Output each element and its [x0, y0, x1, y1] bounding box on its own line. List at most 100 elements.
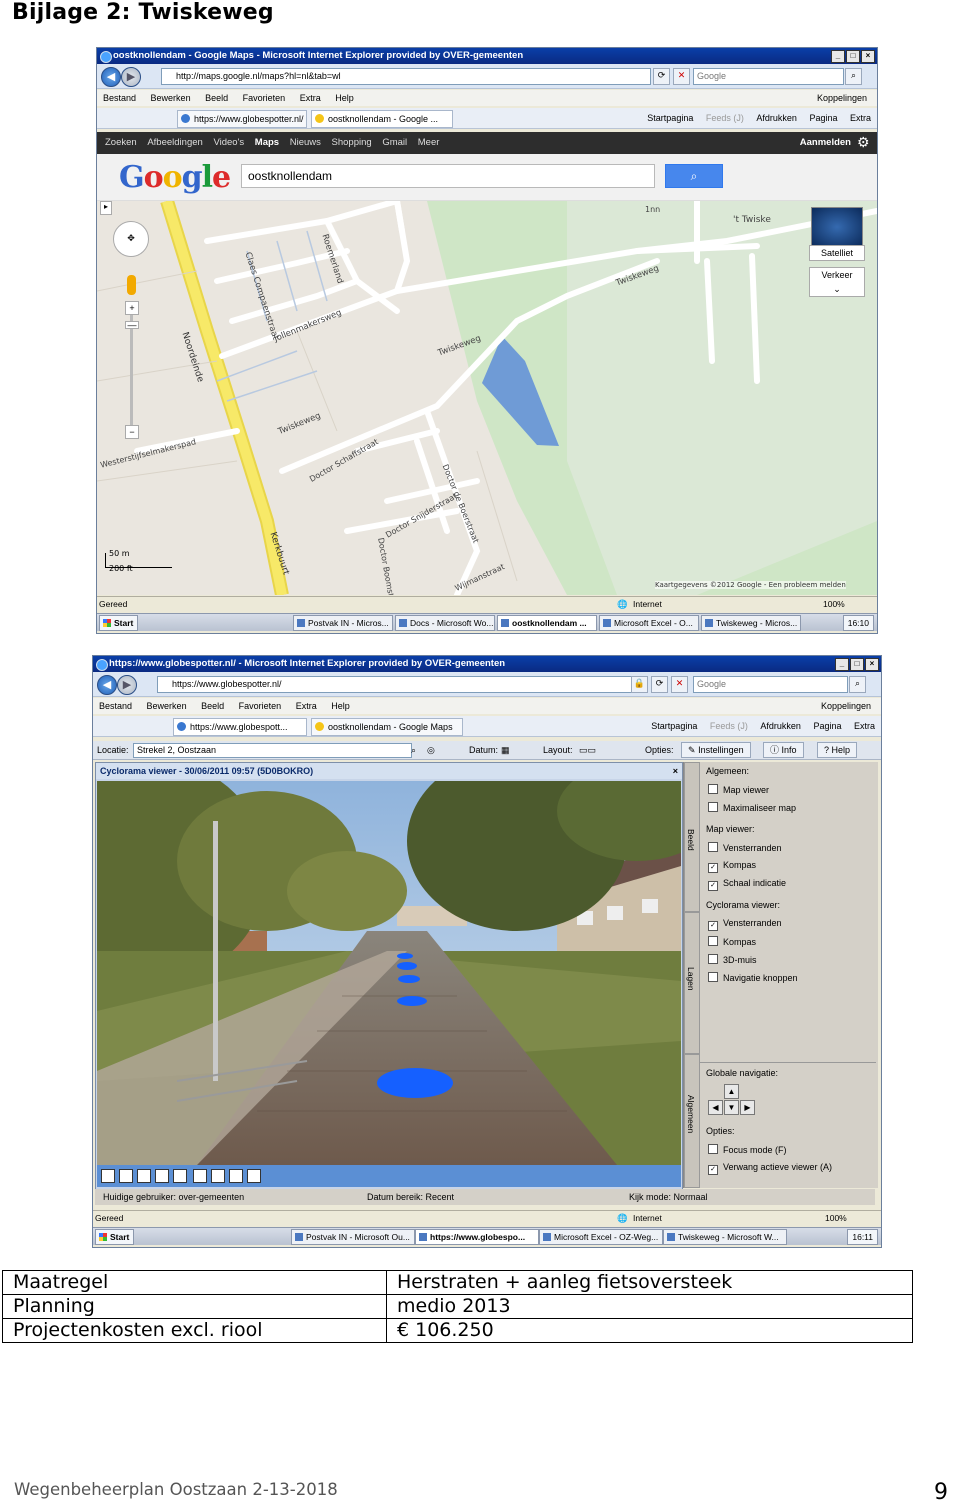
document-icon[interactable] [193, 1169, 207, 1183]
settings-button[interactable]: ✎ Instellingen [681, 742, 751, 758]
arrow-left-icon[interactable]: ◀ [708, 1100, 723, 1115]
help-button[interactable]: ? Help [817, 742, 858, 758]
navigation-marker[interactable] [377, 1068, 453, 1098]
tab-google-maps[interactable]: oostknollendam - Google ... [311, 110, 453, 128]
menu-item[interactable]: Favorieten [239, 701, 282, 711]
tab-google-maps[interactable]: oostknollendam - Google Maps [311, 718, 463, 736]
maximize-button[interactable]: □ [850, 658, 864, 671]
tab-algemeen[interactable]: Algemeen [684, 1054, 700, 1188]
menu-item[interactable]: Bewerken [147, 701, 187, 711]
zoom-icon[interactable] [173, 1169, 187, 1183]
checkbox[interactable] [708, 842, 718, 852]
option-map-viewer[interactable]: Map viewer [708, 784, 769, 795]
save-icon[interactable] [211, 1169, 225, 1183]
option-compass[interactable]: Kompas [708, 936, 756, 947]
taskbar-item-active[interactable]: https://www.globespo... [415, 1229, 539, 1245]
zoom-out-button[interactable]: − [125, 425, 139, 439]
menu-item[interactable]: Beeld [201, 701, 224, 711]
menu-item[interactable]: Extra [296, 701, 317, 711]
taskbar-item[interactable]: Microsoft Excel - OZ-Weg... [539, 1229, 663, 1245]
taskbar-item[interactable]: Microsoft Excel - O... [599, 615, 699, 631]
maps-search-input[interactable]: oostknollendam [241, 164, 655, 188]
feeds-button[interactable]: Feeds (J) [710, 721, 748, 731]
print-icon[interactable] [229, 1169, 243, 1183]
taskbar-item-active[interactable]: oostknollendam ... [497, 615, 597, 631]
checkbox[interactable] [708, 784, 718, 794]
tab-beeld[interactable]: Beeld [684, 762, 700, 912]
satellite-thumbnail[interactable] [811, 207, 863, 247]
stop-button[interactable]: ✕ [671, 676, 688, 693]
option-maximize-map[interactable]: Maximaliseer map [708, 802, 796, 813]
option-borders[interactable]: Vensterranden [708, 842, 782, 853]
print-button[interactable]: Afdrukken [756, 113, 797, 123]
menu-item[interactable]: Help [331, 701, 350, 711]
nav-gmail[interactable]: Gmail [382, 137, 407, 148]
option-active-viewer[interactable]: ✓ Verwang actieve viewer (A) [708, 1162, 832, 1175]
links-menu[interactable]: Koppelingen [821, 698, 871, 714]
nav-zoeken[interactable]: Zoeken [105, 137, 137, 148]
tab-globespotter[interactable]: https://www.globespotter.nl/ [177, 110, 307, 128]
tab-globespotter[interactable]: https://www.globespott... [173, 718, 307, 736]
page-menu[interactable]: Pagina [813, 721, 841, 731]
option-3d-mouse[interactable]: 3D-muis [708, 954, 757, 965]
zoom-in-button[interactable]: + [125, 301, 139, 315]
address-bar[interactable]: https://www.globespotter.nl/ [157, 676, 641, 693]
maps-search-button[interactable]: ⌕ [665, 164, 723, 188]
stop-button[interactable]: ✕ [673, 68, 690, 85]
refresh-button[interactable]: ⟳ [651, 676, 668, 693]
start-button[interactable]: Start [99, 615, 139, 631]
minimize-button[interactable]: _ [835, 658, 849, 671]
menu-item[interactable]: Bestand [103, 93, 136, 103]
menu-item[interactable]: Bestand [99, 701, 132, 711]
taskbar-item[interactable]: Postvak IN - Micros... [293, 615, 393, 631]
back-button[interactable]: ◀ [101, 67, 121, 87]
calendar-icon[interactable]: ▦ [501, 741, 510, 759]
address-bar[interactable]: http://maps.google.nl/maps?hl=nl&tab=wl [161, 68, 651, 85]
taskbar-clock[interactable]: 16:10 [842, 615, 874, 631]
option-nav-buttons[interactable]: Navigatie knoppen [708, 972, 798, 983]
checkbox[interactable] [708, 954, 718, 964]
checkbox[interactable]: ✓ [708, 921, 718, 931]
close-icon[interactable]: × [673, 763, 678, 779]
zoom-level[interactable]: 100% [823, 597, 845, 612]
gear-icon[interactable]: ⚙ [857, 135, 871, 149]
zoom-slider-handle[interactable]: — [125, 321, 139, 330]
nav-nieuws[interactable]: Nieuws [290, 137, 321, 148]
taskbar-item[interactable]: Twiskeweg - Micros... [701, 615, 801, 631]
option-focus-mode[interactable]: Focus mode (F) [708, 1144, 787, 1155]
taskbar-clock[interactable]: 16:11 [847, 1229, 878, 1245]
option-borders[interactable]: ✓ Vensterranden [708, 918, 782, 931]
tools-menu[interactable]: Extra [850, 113, 871, 123]
menu-item[interactable]: Beeld [205, 93, 228, 103]
window-title-bar[interactable]: https://www.globespotter.nl/ - Microsoft… [93, 656, 881, 672]
satellite-button[interactable]: Satelliet [809, 245, 865, 261]
home-button[interactable]: Startpagina [647, 113, 693, 123]
checkbox[interactable]: ✓ [708, 1165, 718, 1175]
google-logo[interactable]: Google [119, 160, 231, 195]
search-input[interactable]: Google [693, 676, 848, 693]
info-icon[interactable] [247, 1169, 261, 1183]
measure-icon[interactable] [155, 1169, 169, 1183]
target-icon[interactable]: ◎ [427, 741, 435, 759]
menu-item[interactable]: Favorieten [243, 93, 286, 103]
feeds-button[interactable]: Feeds (J) [706, 113, 744, 123]
tab-lagen[interactable]: Lagen [684, 912, 700, 1054]
close-button[interactable]: × [865, 658, 879, 671]
checkbox[interactable] [708, 802, 718, 812]
menu-item[interactable]: Help [335, 93, 354, 103]
search-input[interactable]: Google [693, 68, 844, 85]
search-icon[interactable]: ⌕ [411, 741, 416, 759]
search-icon[interactable]: ⌕ [845, 68, 862, 85]
street-panorama[interactable] [97, 781, 681, 1165]
arrow-up-icon[interactable]: ▲ [724, 1084, 739, 1099]
nav-videos[interactable]: Video's [213, 137, 244, 148]
location-input[interactable]: Strekel 2, Oostzaan [133, 743, 412, 758]
arrow-down-icon[interactable]: ▼ [724, 1100, 739, 1115]
zoom-slider-track[interactable] [130, 315, 133, 425]
traffic-button[interactable]: Verkeer ⌄ [809, 267, 865, 297]
taskbar-item[interactable]: Postvak IN - Microsoft Ou... [291, 1229, 415, 1245]
menu-item[interactable]: Extra [300, 93, 321, 103]
forward-button[interactable]: ▶ [121, 67, 141, 87]
taskbar-item[interactable]: Twiskeweg - Microsoft W... [663, 1229, 787, 1245]
checkbox[interactable] [708, 1144, 718, 1154]
